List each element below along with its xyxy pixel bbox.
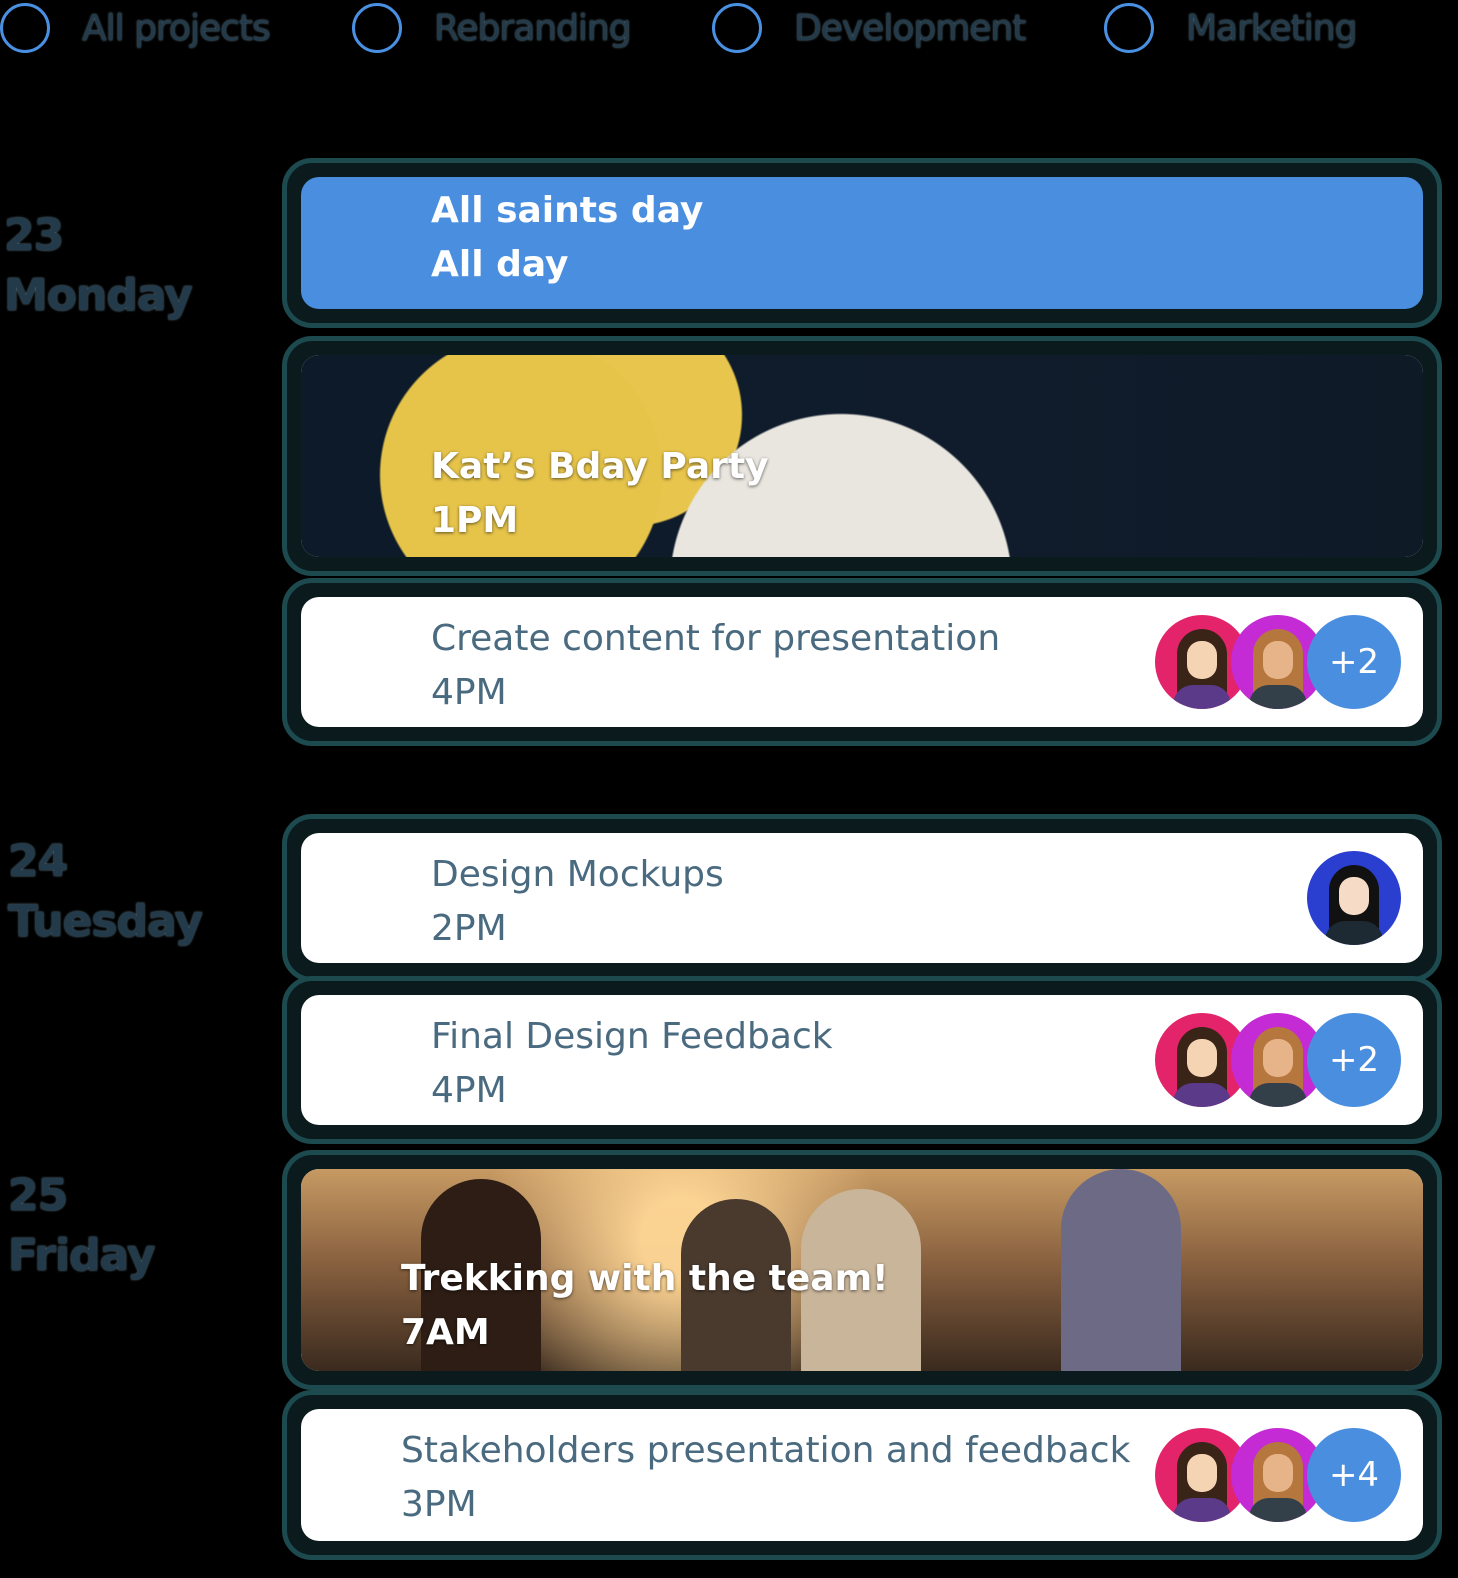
- more-attendees-badge[interactable]: +2: [1307, 1013, 1401, 1107]
- event-card-body[interactable]: Final Design Feedback 4PM +2: [301, 995, 1423, 1125]
- day-name: Friday: [8, 1230, 156, 1281]
- event-time: 4PM: [431, 672, 507, 713]
- event-card-body[interactable]: Stakeholders presentation and feedback 3…: [301, 1409, 1423, 1541]
- event-title: Kat’s Bday Party: [431, 446, 769, 487]
- event-time: 3PM: [401, 1484, 477, 1525]
- filter-label: Marketing: [1186, 7, 1357, 49]
- day-label-tuesday: 24 Tuesday: [8, 832, 203, 952]
- event-card-body[interactable]: Trekking with the team! 7AM: [301, 1169, 1423, 1371]
- day-name: Monday: [4, 270, 193, 321]
- event-title: Create content for presentation: [431, 618, 1001, 659]
- filter-rebranding[interactable]: Rebranding: [352, 0, 632, 56]
- event-time: 2PM: [431, 908, 507, 949]
- event-card[interactable]: Create content for presentation 4PM +2: [282, 578, 1442, 746]
- event-card[interactable]: All saints day All day: [282, 158, 1442, 328]
- radio-icon[interactable]: [0, 3, 50, 53]
- event-card-body[interactable]: Create content for presentation 4PM +2: [301, 597, 1423, 727]
- radio-icon[interactable]: [1104, 3, 1154, 53]
- event-time: 4PM: [431, 1070, 507, 1111]
- radio-icon[interactable]: [712, 3, 762, 53]
- event-title: All saints day: [431, 190, 704, 231]
- filter-all-projects[interactable]: All projects: [0, 0, 271, 56]
- filter-development[interactable]: Development: [712, 0, 1026, 56]
- event-title: Trekking with the team!: [401, 1258, 889, 1299]
- event-card-body[interactable]: Kat’s Bday Party 1PM: [301, 355, 1423, 557]
- event-card-body[interactable]: Design Mockups 2PM: [301, 833, 1423, 963]
- event-time: 1PM: [431, 500, 519, 541]
- day-number: 25: [8, 1170, 68, 1221]
- filter-marketing[interactable]: Marketing: [1104, 0, 1357, 56]
- radio-icon[interactable]: [352, 3, 402, 53]
- event-title: Final Design Feedback: [431, 1016, 833, 1057]
- day-number: 24: [8, 836, 68, 887]
- day-name: Tuesday: [8, 896, 203, 947]
- filter-label: Rebranding: [434, 7, 632, 49]
- event-card[interactable]: Trekking with the team! 7AM: [282, 1150, 1442, 1390]
- event-card[interactable]: Stakeholders presentation and feedback 3…: [282, 1390, 1442, 1560]
- attendee-avatars[interactable]: +4: [1155, 1428, 1401, 1522]
- attendee-avatars[interactable]: [1307, 851, 1401, 945]
- attendee-avatars[interactable]: +2: [1155, 1013, 1401, 1107]
- event-time: All day: [431, 244, 569, 285]
- event-card[interactable]: Kat’s Bday Party 1PM: [282, 336, 1442, 576]
- event-time: 7AM: [401, 1312, 490, 1353]
- event-title: Stakeholders presentation and feedback: [401, 1430, 1131, 1471]
- filter-label: All projects: [82, 7, 271, 49]
- filter-label: Development: [794, 7, 1026, 49]
- event-title: Design Mockups: [431, 854, 724, 895]
- day-label-monday: 23 Monday: [4, 206, 193, 326]
- event-card[interactable]: Design Mockups 2PM: [282, 814, 1442, 982]
- more-attendees-badge[interactable]: +2: [1307, 615, 1401, 709]
- avatar[interactable]: [1307, 851, 1401, 945]
- attendee-avatars[interactable]: +2: [1155, 615, 1401, 709]
- day-number: 23: [4, 210, 64, 261]
- event-card[interactable]: Final Design Feedback 4PM +2: [282, 976, 1442, 1144]
- event-card-body[interactable]: All saints day All day: [301, 177, 1423, 309]
- day-label-friday: 25 Friday: [8, 1166, 156, 1286]
- more-attendees-badge[interactable]: +4: [1307, 1428, 1401, 1522]
